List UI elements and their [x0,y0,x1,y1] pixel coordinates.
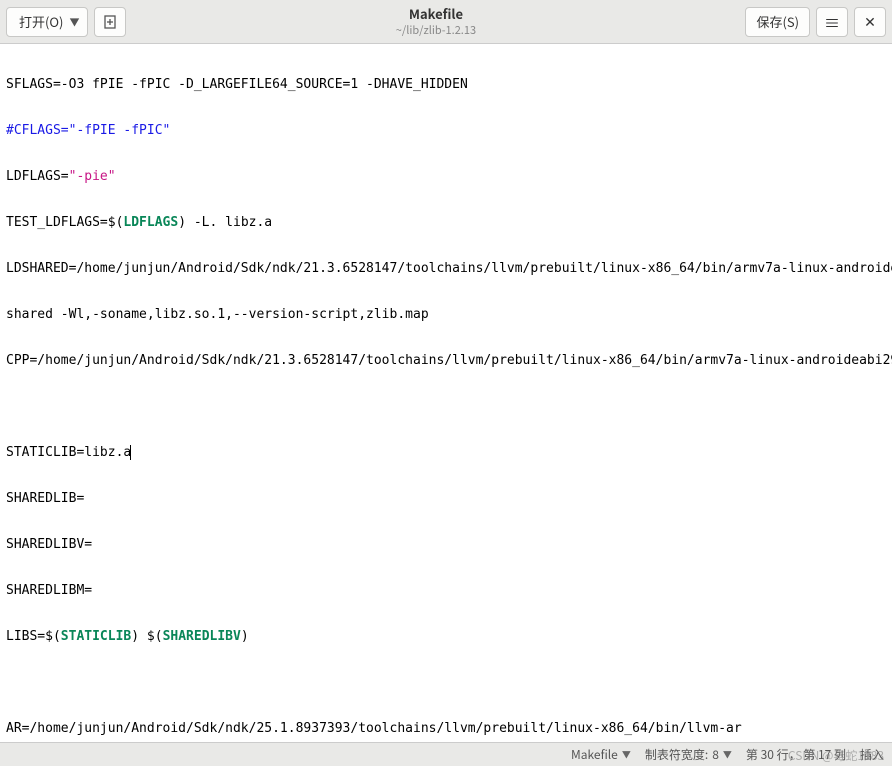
code-line: LIBS=$(STATICLIB) $(SHAREDLIBV) [6,625,886,648]
header-toolbar: 打开(O) ▼ Makefile ~/lib/zlib-1.2.13 保存(S)… [0,0,892,44]
language-selector[interactable]: Makefile ▼ [571,746,631,763]
code-line: TEST_LDFLAGS=$(LDFLAGS) -L. libz.a [6,211,886,234]
new-tab-button[interactable] [94,7,126,37]
code-line: LDSHARED=/home/junjun/Android/Sdk/ndk/21… [6,257,886,280]
tabwidth-value: 8 [712,746,719,763]
status-bar: Makefile ▼ 制表符宽度: 8 ▼ 第 30 行， 第 17 列 插入 [0,742,892,766]
close-icon: ✕ [864,12,876,32]
code-line: SHAREDLIBV= [6,533,886,556]
code-line: AR=/home/junjun/Android/Sdk/ndk/25.1.893… [6,717,886,740]
code-line: CPP=/home/junjun/Android/Sdk/ndk/21.3.65… [6,349,886,372]
code-line [6,671,886,694]
chevron-down-icon: ▼ [622,748,631,761]
menu-button[interactable]: ≡ [816,7,848,37]
title-area: Makefile ~/lib/zlib-1.2.13 [132,6,739,37]
tabwidth-label: 制表符宽度: [645,746,708,763]
new-document-icon [102,14,118,30]
code-line: shared -Wl,-soname,libz.so.1,--version-s… [6,303,886,326]
tabwidth-selector[interactable]: 制表符宽度: 8 ▼ [645,746,732,763]
chevron-down-icon: ▼ [723,748,732,761]
save-button[interactable]: 保存(S) [745,7,810,37]
code-line: #CFLAGS="-fPIE -fPIC" [6,119,886,142]
code-line: SHAREDLIBM= [6,579,886,602]
code-line [6,395,886,418]
code-line: SFLAGS=-O3 fPIE -fPIC -D_LARGEFILE64_SOU… [6,73,886,96]
close-button[interactable]: ✕ [854,7,886,37]
text-editor[interactable]: SFLAGS=-O3 fPIE -fPIC -D_LARGEFILE64_SOU… [0,44,892,742]
hamburger-icon: ≡ [824,10,840,34]
language-label: Makefile [571,746,618,763]
window-subtitle: ~/lib/zlib-1.2.13 [132,23,739,37]
window-title: Makefile [132,6,739,23]
open-button[interactable]: 打开(O) ▼ [6,7,88,37]
code-line: SHAREDLIB= [6,487,886,510]
save-label: 保存(S) [756,12,799,31]
open-label: 打开(O) [19,12,63,31]
chevron-down-icon: ▼ [69,14,79,29]
watermark: CSDN @毒蛇1983 [788,747,884,764]
code-line: LDFLAGS="-pie" [6,165,886,188]
code-line: STATICLIB=libz.a [6,441,886,464]
